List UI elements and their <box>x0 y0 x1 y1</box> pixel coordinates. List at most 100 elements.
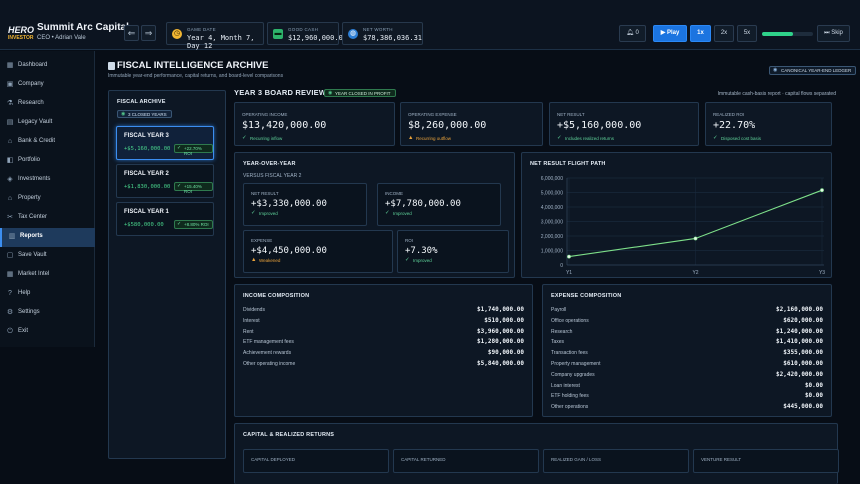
roi-badge: +15.40% ROI <box>174 182 213 194</box>
sidebar-item-label: Help <box>18 290 31 296</box>
kpi-status: Disposed cost basis <box>713 135 761 141</box>
company-icon: ▣ <box>6 81 14 88</box>
x-tick-label: Y2 <box>692 270 698 276</box>
row-value: $1,280,000.00 <box>477 338 524 346</box>
row-value: $1,240,000.00 <box>776 327 823 335</box>
speed-1x-button[interactable]: 1x <box>690 25 711 42</box>
fiscal-year-card[interactable]: FISCAL YEAR 3 +$5,160,000.00+22.70% ROI <box>116 126 214 160</box>
arrow-left-icon: ⇐ <box>127 28 136 38</box>
sidebar-item-portfolio[interactable]: ◧ Portfolio <box>0 152 95 171</box>
forward-button[interactable]: ⇒ <box>141 25 156 41</box>
x-tick-label: Y3 <box>819 270 825 276</box>
sidebar-item-market-intel[interactable]: ▦ Market Intel <box>0 266 95 285</box>
row-label: ETF management fees <box>243 339 294 346</box>
company-name: Summit Arc Capital <box>37 22 129 33</box>
sidebar-item-label: Property <box>18 195 41 201</box>
fiscal-year-value: +$580,000.00 <box>124 222 164 228</box>
yoy-card: INCOME +$7,780,000.00Improved <box>377 183 501 226</box>
fiscal-year-card[interactable]: FISCAL YEAR 1 +$580,000.00 +8.80% ROI <box>116 202 214 236</box>
skip-button[interactable]: ⏭︎ Skip <box>817 25 850 42</box>
y-tick-label: 2,000,000 <box>541 234 563 240</box>
hero-investor-logo: HERO INVESTOR <box>8 25 35 42</box>
globe-icon: ◍ <box>348 29 358 39</box>
canonical-ledger-badge: CANONICAL YEAR-END LEDGER <box>769 66 857 75</box>
expense-row: Other operations $445,000.00 <box>551 403 823 414</box>
row-value: $2,420,000.00 <box>776 370 823 378</box>
save-icon: ▢ <box>6 252 14 259</box>
net-result-chart-panel: NET RESULT FLIGHT PATH 0 1,000,000 2,000,0… <box>521 152 832 278</box>
yoy-label: NET RESULT <box>251 191 279 196</box>
sidebar-item-save-vault[interactable]: ▢ Save Vault <box>0 247 95 266</box>
yoy-card: NET RESULT +$3,330,000.00Improved <box>243 183 367 226</box>
sidebar-item-help[interactable]: ? Help <box>0 285 95 304</box>
capital-card: REALIZED GAIN / LOSS <box>543 449 689 473</box>
row-label: Taxes <box>551 339 565 346</box>
expense-composition-panel: EXPENSE COMPOSITION Payroll $2,160,000.00… <box>542 284 832 417</box>
play-button[interactable]: ▶ Play <box>653 25 687 42</box>
data-point <box>820 188 824 193</box>
sidebar-item-research[interactable]: ⚗ Research <box>0 95 95 114</box>
capital-returns-panel: CAPITAL & REALIZED RETURNS CAPITAL DEPLO… <box>234 423 839 484</box>
yoy-status: Weakened <box>251 257 280 263</box>
back-button[interactable]: ⇐ <box>124 25 139 41</box>
speed-2x-button[interactable]: 2x <box>714 25 734 42</box>
yoy-label: ROI <box>405 238 414 243</box>
kpi-card: OPERATING INCOME $13,420,000.00 Recurring … <box>234 102 395 146</box>
row-value: $510,000.00 <box>484 316 524 324</box>
sidebar-item-dashboard[interactable]: ▦ Dashboard <box>0 57 95 76</box>
research-icon: ⚗ <box>6 100 14 107</box>
expense-row: Company upgrades $2,420,000.00 <box>551 370 823 382</box>
y-tick-label: 4,000,000 <box>541 205 563 211</box>
row-value: $0.00 <box>804 381 823 389</box>
tax-icon: ✂ <box>7 214 13 221</box>
row-label: Office operations <box>551 317 589 324</box>
row-label: Payroll <box>551 307 567 313</box>
speed-5x-button[interactable]: 5x <box>737 25 757 42</box>
expense-row: Office operations $620,000.00 <box>551 317 823 328</box>
property-icon: ⌂ <box>7 195 13 202</box>
row-value: $3,960,000.00 <box>477 327 524 335</box>
expense-row: Property management $610,000.00 <box>551 360 823 371</box>
sidebar-item-bank-credit[interactable]: ⌂ Bank & Credit <box>0 133 95 152</box>
sidebar-item-reports[interactable]: ▥ Reports <box>0 228 95 247</box>
closed-years-chip: 3 CLOSED YEARS <box>117 110 172 118</box>
game-date-stat: ◷ GAME DATE Year 4, Month 7, Day 12 <box>166 22 264 50</box>
main-content: FISCAL INTELLIGENCE ARCHIVE Immutable ye… <box>96 51 860 484</box>
fiscal-year-card[interactable]: FISCAL YEAR 2 +$1,830,000.00+15.40% ROI <box>116 164 214 198</box>
kpi-label: NET RESULT <box>557 112 585 117</box>
kpi-status: Recurring inflow <box>242 135 282 141</box>
kpi-card: NET RESULT +$5,160,000.00 Includes realize… <box>549 102 699 146</box>
yoy-value: +7.30% <box>405 246 438 256</box>
yoy-status: Improved <box>251 210 278 216</box>
row-value: $445,000.00 <box>783 403 823 411</box>
sidebar-item-label: Dashboard <box>18 62 48 68</box>
arrow-right-icon: ⇒ <box>144 28 153 38</box>
sidebar-item-settings[interactable]: ⚙ Settings <box>0 304 95 323</box>
sidebar-item-tax-center[interactable]: ✂ Tax Center <box>0 209 95 228</box>
sidebar-item-legacy-vault[interactable]: ▤ Legacy Vault <box>0 114 95 133</box>
sidebar-item-label: Company <box>18 81 44 87</box>
sidebar-item-label: Investments <box>18 176 51 182</box>
capital-card: VENTURE RESULT <box>693 449 839 473</box>
sidebar-item-exit[interactable]: ⏻ Exit <box>0 323 95 342</box>
board-review-title: YEAR 3 BOARD REVIEW <box>234 88 327 97</box>
kpi-status: Recurring outflow <box>408 135 451 141</box>
sidebar-item-label: Settings <box>18 309 40 315</box>
year-over-year-panel: YEAR-OVER-YEAR VERSUS FISCAL YEAR 2 NET … <box>234 152 515 278</box>
row-value: $90,000.00 <box>487 349 524 357</box>
row-value: $1,740,000.00 <box>477 306 524 313</box>
expense-row: Loan interest $0.00 <box>551 381 823 393</box>
sidebar-item-company[interactable]: ▣ Company <box>0 76 95 95</box>
row-value: $5,840,000.00 <box>477 360 524 367</box>
notifications-button[interactable]: 🔔︎ 0 <box>619 25 646 42</box>
income-row: Interest $510,000.00 <box>243 316 524 328</box>
sidebar-item-property[interactable]: ⌂ Property <box>0 190 95 209</box>
yoy-label: EXPENSE <box>251 238 273 243</box>
gear-icon: ⚙ <box>6 309 14 316</box>
cash-value: $12,960,000.00 <box>288 34 348 42</box>
row-label: ETF holding fees <box>551 393 589 400</box>
yoy-value: +$3,330,000.00 <box>251 199 327 209</box>
sidebar-item-investments[interactable]: ◈ Investments <box>0 171 95 190</box>
sidebar-item-label: Research <box>18 100 44 106</box>
versus-label: VERSUS FISCAL YEAR 2 <box>243 173 302 179</box>
